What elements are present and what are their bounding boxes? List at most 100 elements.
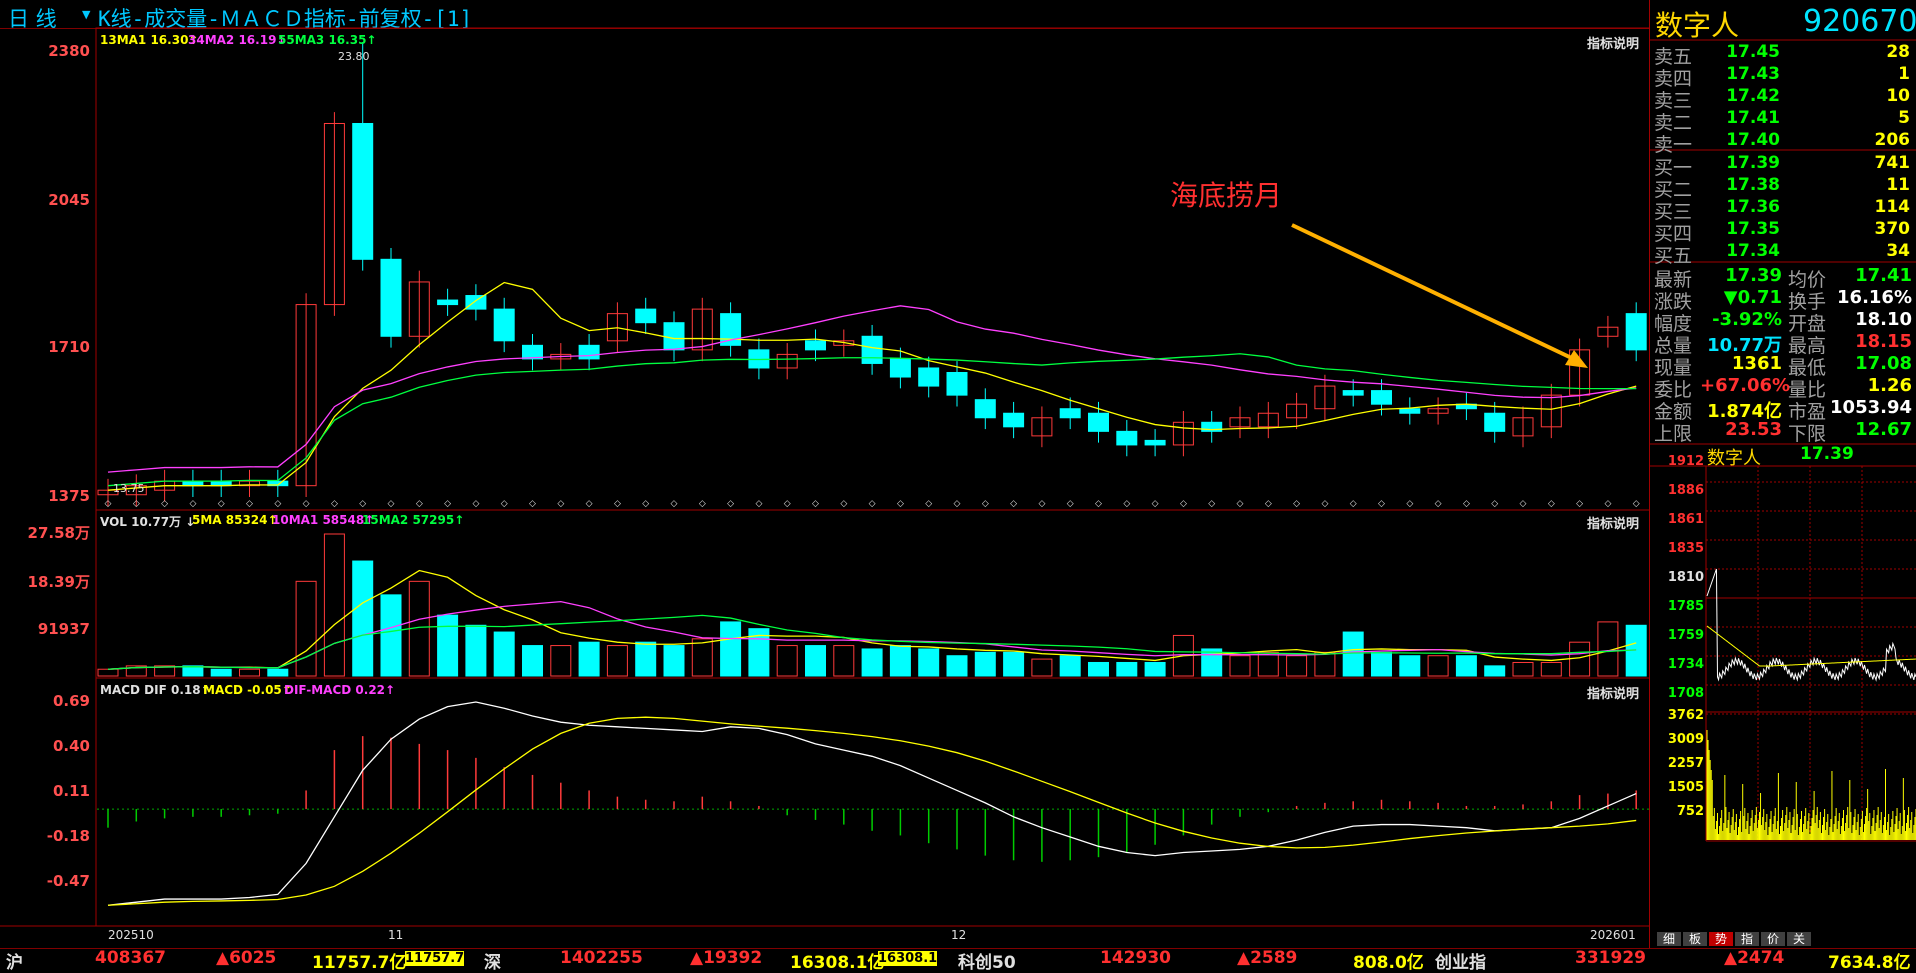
orderbook-sell-volume: 206: [1874, 130, 1911, 150]
orderbook-buy-price[interactable]: 17.34: [1700, 241, 1780, 261]
candle-body: [946, 371, 968, 396]
sh-index-value: 408367: [95, 948, 166, 968]
indicator-help-button[interactable]: 指标说明: [1587, 33, 1639, 52]
orderbook-sell-volume: 10: [1886, 86, 1910, 106]
diamond-marker-icon: ◇: [1152, 499, 1159, 509]
volume-bar: [1342, 631, 1364, 677]
volume-bar: [833, 645, 855, 677]
orderbook-sell-price[interactable]: 17.45: [1700, 42, 1780, 62]
volume-bar: [97, 668, 119, 677]
sh-index-label[interactable]: 沪: [6, 948, 23, 973]
quote-value: 17.41: [1855, 265, 1912, 286]
date-label: 12: [951, 928, 967, 942]
sh-index-change: ▲6025: [216, 948, 277, 968]
diamond-marker-icon: ◇: [642, 499, 649, 509]
annotation-text: 海底捞月: [1170, 179, 1283, 212]
ma1-legend: 13MA1 16.30↑: [100, 33, 199, 47]
diamond-marker-icon: ◇: [1208, 499, 1215, 509]
candle-body: [437, 299, 459, 306]
orderbook-buy-price[interactable]: 17.36: [1700, 197, 1780, 217]
candle-body: [635, 308, 657, 324]
volume-bar: [1257, 651, 1279, 677]
orderbook-sell-price[interactable]: 17.41: [1700, 108, 1780, 128]
orderbook-buy-volume: 114: [1874, 197, 1911, 217]
diamond-marker-icon: ◇: [501, 499, 508, 509]
volume-bar: [974, 651, 996, 677]
candle-body: [1144, 439, 1166, 446]
mini-tab-2[interactable]: 势: [1709, 932, 1733, 946]
volume-bar: [1229, 655, 1251, 677]
diamond-marker-icon: ◇: [1604, 499, 1611, 509]
macd-ylabel: -0.47: [46, 872, 90, 890]
diamond-marker-icon: ◇: [699, 499, 706, 509]
indicator-help-button[interactable]: 指标说明: [1587, 683, 1639, 702]
orderbook-buy-price[interactable]: 17.39: [1700, 153, 1780, 173]
sh-amount-badge: 11757.7: [405, 951, 465, 966]
sz-index-label[interactable]: 深: [484, 948, 501, 973]
volume-bar: [295, 580, 317, 677]
diamond-marker-icon: ◇: [1123, 499, 1130, 509]
volume-bar: [606, 645, 628, 677]
volume-bar: [1371, 651, 1392, 677]
mini-tab-3[interactable]: 指: [1735, 932, 1759, 946]
orderbook-sell-price[interactable]: 17.40: [1700, 130, 1780, 150]
macd-diff-legend: DIF-MACD 0.22↑: [284, 683, 396, 697]
diamond-marker-icon: ◇: [1406, 499, 1413, 509]
cy-index-change: ▲2474: [1724, 948, 1785, 968]
orderbook-buy-price[interactable]: 17.38: [1700, 175, 1780, 195]
cy-index-label[interactable]: 创业指: [1435, 948, 1486, 973]
low-price-mark: 13.75: [113, 482, 145, 495]
volume-bar: [1116, 661, 1138, 677]
volume-bar: [522, 645, 543, 677]
diamond-marker-icon: ◇: [1633, 499, 1640, 509]
diamond-marker-icon: ◇: [869, 499, 876, 509]
ma2-legend: 34MA2 16.19↓: [188, 33, 287, 47]
diamond-marker-icon: ◇: [1180, 499, 1187, 509]
volume-bar: [861, 648, 883, 677]
mini-tab-4[interactable]: 价: [1761, 932, 1785, 946]
macd-ylabel: 0.11: [52, 782, 90, 800]
diamond-marker-icon: ◇: [1463, 499, 1470, 509]
diamond-marker-icon: ◇: [897, 499, 904, 509]
volume-bar: [1286, 655, 1308, 677]
candle-body: [1003, 412, 1025, 428]
volume-bar: [239, 668, 260, 677]
orderbook-buy-volume: 11: [1886, 175, 1910, 195]
diamond-marker-icon: ◇: [1378, 499, 1385, 509]
diamond-marker-icon: ◇: [246, 499, 253, 509]
mini-tab-1[interactable]: 板: [1683, 932, 1707, 946]
diamond-marker-icon: ◇: [1237, 499, 1244, 509]
quote-value: 18.15: [1855, 331, 1912, 352]
kc50-index-label[interactable]: 科创50: [958, 948, 1016, 973]
diamond-marker-icon: ◇: [416, 499, 423, 509]
orderbook-sell-price[interactable]: 17.42: [1700, 86, 1780, 106]
candle-body: [1484, 412, 1506, 432]
mini-tab-5[interactable]: 关: [1787, 932, 1811, 946]
diamond-marker-icon: ◇: [274, 499, 281, 509]
vol-legend: VOL 10.77万 ↓: [100, 515, 196, 529]
diamond-marker-icon: ◇: [671, 499, 678, 509]
quote-value: 1.26: [1867, 375, 1912, 396]
diamond-marker-icon: ◇: [331, 499, 338, 509]
orderbook-sell-volume: 5: [1898, 108, 1910, 128]
volume-bar: [1455, 655, 1477, 677]
vol-ma10-legend: 10MA1 58548↑: [272, 513, 375, 527]
volume-bar: [465, 624, 487, 677]
intraday-chart[interactable]: [1650, 466, 1916, 932]
indicator-help-button[interactable]: 指标说明: [1587, 513, 1639, 532]
quote-value: 18.10: [1855, 309, 1912, 330]
orderbook-sell-price[interactable]: 17.43: [1700, 64, 1780, 84]
orderbook-buy-price[interactable]: 17.35: [1700, 219, 1780, 239]
candle-body: [380, 258, 402, 337]
quote-value: -3.92%: [1712, 309, 1782, 330]
diamond-marker-icon: ◇: [784, 499, 791, 509]
vol-ma15-legend: 15MA2 57295↑: [362, 513, 465, 527]
quote-value: 1053.94: [1830, 397, 1912, 418]
candle-body: [1088, 412, 1109, 432]
kc50-index-change: ▲2589: [1237, 948, 1298, 968]
mini-tab-0[interactable]: 细: [1657, 932, 1681, 946]
diamond-marker-icon: ◇: [727, 499, 734, 509]
main-chart[interactable]: ◇ ◇ ◇ ◇ ◇ ◇ ◇ ◇ ◇ ◇ ◇ ◇ ◇ ◇ ◇ ◇ ◇ ◇ ◇ ◇ ◇ ◇ ◇ ◇ ◇ ◇ ◇ ◇ ◇ ◇ ◇ ◇ ◇ ◇ ◇ ◇ ◇ ◇ ◇ ◇…: [0, 0, 1650, 948]
orderbook-buy-volume: 741: [1874, 153, 1911, 173]
volume-bar: [550, 645, 572, 677]
